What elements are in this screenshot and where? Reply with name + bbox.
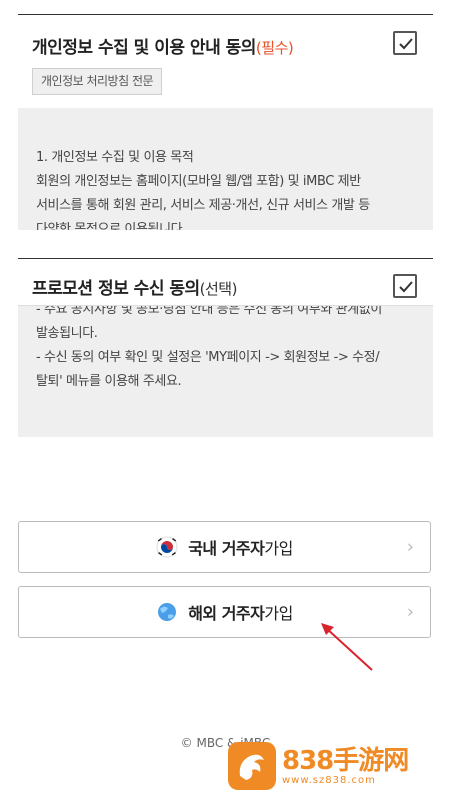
dragon-logo-icon: [228, 742, 276, 790]
terms-line: 탈퇴' 메뉴를 이용해 주세요.: [36, 374, 182, 389]
optional-tag: (선택): [199, 280, 238, 298]
watermark-url: www.sz838.com: [282, 774, 376, 786]
domestic-join-button[interactable]: 국내 거주자가입 ›: [18, 521, 431, 573]
check-icon: [399, 281, 413, 293]
privacy-terms-box[interactable]: 1. 개인정보 수집 및 이용 목적 회원의 개인정보는 홈페이지(모바일 웹/…: [18, 108, 433, 230]
terms-line: 발송됩니다.: [36, 326, 98, 341]
privacy-consent-title-text: 개인정보 수집 및 이용 안내 동의: [32, 38, 256, 58]
privacy-consent-title: 개인정보 수집 및 이용 안내 동의(필수): [32, 33, 294, 58]
watermark-text: 838手游网 www.sz838.com: [282, 745, 409, 786]
check-icon: [399, 38, 413, 50]
overseas-join-bold: 해외 거주자: [188, 604, 265, 623]
annotation-arrow-icon: [321, 623, 373, 671]
domestic-join-bold: 국내 거주자: [188, 539, 265, 558]
promo-terms-box[interactable]: - 주요 공지사항 및 공모·당첨 안내 등은 수신 동의 여부와 관계없이 발…: [18, 306, 433, 437]
site-watermark: 838手游网 www.sz838.com: [228, 740, 418, 792]
terms-line: 회원의 개인정보는 홈페이지(모바일 웹/앱 포함) 및 iMBC 제반: [36, 174, 361, 189]
chevron-right-icon: ›: [406, 536, 414, 558]
korea-flag-icon: [156, 536, 178, 558]
globe-icon: [158, 603, 177, 621]
terms-line: 다양한 목적으로 이용됩니다.: [36, 222, 186, 230]
required-tag: (필수): [255, 39, 294, 57]
promo-terms-text: - 주요 공지사항 및 공모·당첨 안내 등은 수신 동의 여부와 관계없이 발…: [36, 306, 419, 394]
section-divider: [18, 258, 433, 259]
terms-line: 서비스를 통해 회원 관리, 서비스 제공·개선, 신규 서비스 개발 등: [36, 198, 370, 213]
domestic-join-label: 국내 거주자가입: [188, 535, 293, 559]
privacy-terms-text: 1. 개인정보 수집 및 이용 목적 회원의 개인정보는 홈페이지(모바일 웹/…: [36, 146, 419, 230]
watermark-title: 838手游网: [282, 745, 409, 776]
promo-consent-checkbox[interactable]: [393, 274, 417, 298]
privacy-consent-checkbox[interactable]: [393, 31, 417, 55]
overseas-join-rest: 가입: [264, 604, 293, 623]
chevron-right-icon: ›: [406, 601, 414, 623]
terms-line: - 주요 공지사항 및 공모·당첨 안내 등은 수신 동의 여부와 관계없이: [36, 306, 382, 317]
terms-line: 1. 개인정보 수집 및 이용 목적: [36, 150, 194, 165]
top-divider: [18, 14, 433, 15]
overseas-join-label: 해외 거주자가입: [188, 600, 293, 624]
domestic-join-rest: 가입: [264, 539, 293, 558]
terms-line: - 수신 동의 여부 확인 및 설정은 'MY페이지 -> 회원정보 -> 수정…: [36, 350, 380, 365]
privacy-policy-button[interactable]: 개인정보 처리방침 전문: [32, 68, 163, 95]
promo-consent-title: 프로모션 정보 수신 동의(선택): [32, 274, 237, 299]
promo-consent-title-text: 프로모션 정보 수신 동의: [32, 279, 200, 299]
